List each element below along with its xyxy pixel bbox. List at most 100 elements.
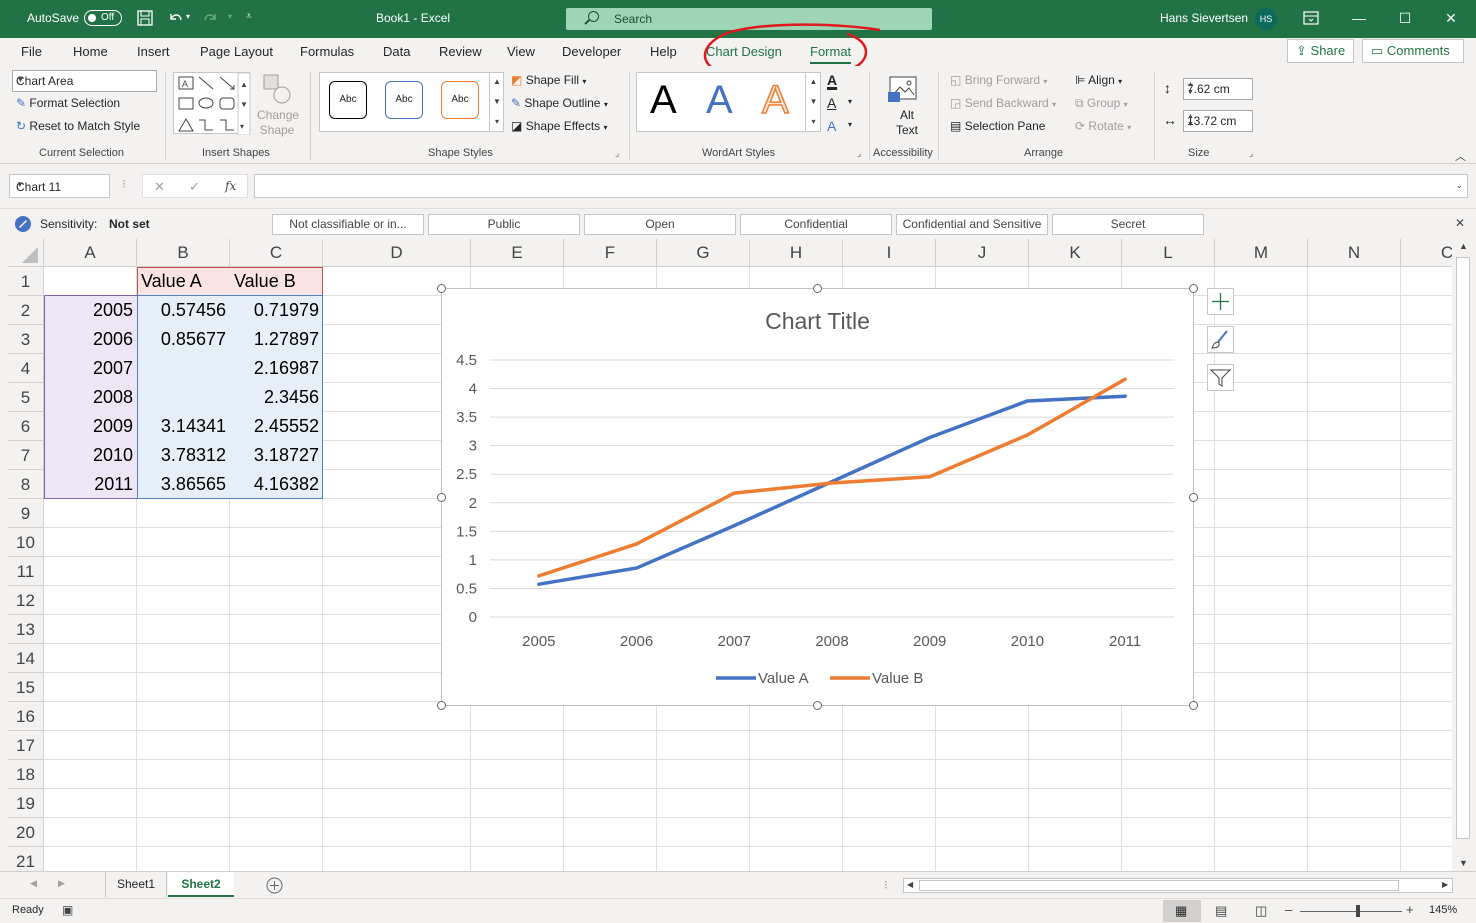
- cell[interactable]: 2008: [44, 383, 137, 412]
- tab-view[interactable]: View: [507, 44, 535, 59]
- column-header[interactable]: C: [1401, 239, 1452, 267]
- shape-effects-button[interactable]: ◪ Shape Effects ▾: [511, 119, 608, 133]
- avatar[interactable]: HS: [1255, 8, 1277, 30]
- line-chart[interactable]: Chart Title 0 0.5 1 1.5 2 2.5 3 3.5 4 4.5 2005 2006 2…: [442, 289, 1193, 705]
- style-sample-blue[interactable]: Abc: [385, 81, 423, 119]
- tab-file[interactable]: File: [21, 44, 42, 59]
- spinner-icon[interactable]: ▲ ▼: [1187, 113, 1249, 129]
- change-shape-button[interactable]: Change Shape: [257, 108, 299, 138]
- zoom-slider-thumb[interactable]: [1356, 905, 1360, 917]
- page-layout-view-icon[interactable]: ▤: [1215, 903, 1227, 919]
- cell[interactable]: 2009: [44, 412, 137, 441]
- chart-area[interactable]: Chart Title 0 0.5 1 1.5 2 2.5 3 3.5 4 4.5 2005 2006 2…: [441, 288, 1194, 706]
- select-all-button[interactable]: [8, 239, 44, 267]
- row-header[interactable]: 13: [8, 615, 44, 644]
- text-effects-icon[interactable]: A: [827, 118, 836, 134]
- cell[interactable]: Value B: [230, 267, 323, 296]
- resize-handle[interactable]: [1189, 284, 1198, 293]
- column-header[interactable]: A: [44, 239, 137, 267]
- cell[interactable]: 2007: [44, 354, 137, 383]
- resize-handle[interactable]: [437, 701, 446, 710]
- row-header[interactable]: 1: [8, 267, 44, 296]
- ribbon-display-icon[interactable]: [1303, 11, 1319, 25]
- row-header[interactable]: 14: [8, 644, 44, 673]
- scroll-left-icon[interactable]: ◀: [907, 880, 913, 889]
- customize-qat-icon[interactable]: ⩡: [246, 11, 252, 22]
- row-header[interactable]: 9: [8, 499, 44, 528]
- row-header[interactable]: 8: [8, 470, 44, 499]
- cell[interactable]: 3.78312: [137, 441, 230, 470]
- autosave-toggle[interactable]: Off: [84, 10, 122, 26]
- format-selection-button[interactable]: ✎ Format Selection: [16, 96, 120, 110]
- cell[interactable]: 2011: [44, 470, 137, 499]
- text-outline-icon[interactable]: A: [827, 95, 836, 111]
- dialog-launcher-icon[interactable]: ⌟: [857, 148, 861, 159]
- text-fill-icon[interactable]: A: [827, 72, 837, 88]
- resize-handle[interactable]: [437, 493, 446, 502]
- send-backward-button[interactable]: ◲ Send Backward ▾: [950, 96, 1056, 110]
- wordart-scroll[interactable]: ▲ ▼ ▾: [805, 72, 821, 132]
- cell[interactable]: 0.71979: [230, 296, 323, 325]
- row-header[interactable]: 16: [8, 702, 44, 731]
- width-input[interactable]: 13.72 cm ▲ ▼: [1183, 110, 1253, 132]
- horizontal-scrollbar[interactable]: ◀ ▶: [903, 878, 1453, 893]
- bring-forward-button[interactable]: ◱ Bring Forward ▾: [950, 73, 1047, 87]
- redo-dropdown-icon[interactable]: ▾: [228, 12, 232, 21]
- maximize-icon[interactable]: ☐: [1395, 9, 1415, 27]
- cell[interactable]: 2.45552: [230, 412, 323, 441]
- sensitivity-option-public[interactable]: Public: [428, 214, 580, 235]
- macro-record-icon[interactable]: ▣: [62, 903, 73, 917]
- dialog-launcher-icon[interactable]: ⌟: [1249, 148, 1253, 159]
- row-header[interactable]: 18: [8, 760, 44, 789]
- align-button[interactable]: ⊫ Align ▾: [1075, 73, 1122, 87]
- vertical-scrollbar[interactable]: ▲ ▼: [1452, 239, 1476, 871]
- style-sample-black[interactable]: Abc: [329, 81, 367, 119]
- tab-help[interactable]: Help: [650, 44, 677, 59]
- scroll-up-icon[interactable]: ▲: [1459, 241, 1468, 251]
- add-sheet-icon[interactable]: [266, 877, 283, 894]
- cell[interactable]: [137, 354, 230, 383]
- rotate-button[interactable]: ⟳ Rotate ▾: [1075, 119, 1131, 133]
- enter-icon[interactable]: ✓: [189, 179, 200, 195]
- sensitivity-option-secret[interactable]: Secret: [1052, 214, 1204, 235]
- column-header[interactable]: L: [1122, 239, 1215, 267]
- row-header[interactable]: 19: [8, 789, 44, 818]
- row-header[interactable]: 11: [8, 557, 44, 586]
- tab-insert[interactable]: Insert: [137, 44, 170, 59]
- zoom-level[interactable]: 145%: [1429, 904, 1457, 916]
- tab-formulas[interactable]: Formulas: [300, 44, 354, 59]
- resize-handle[interactable]: [813, 701, 822, 710]
- resize-handle[interactable]: [813, 284, 822, 293]
- cell[interactable]: 3.18727: [230, 441, 323, 470]
- wordart-black[interactable]: A: [650, 78, 677, 123]
- chevron-down-icon[interactable]: ▾: [848, 97, 852, 106]
- scroll-right-icon[interactable]: ▶: [1442, 880, 1448, 889]
- column-header[interactable]: C: [230, 239, 323, 267]
- close-icon[interactable]: ✕: [1441, 9, 1461, 27]
- resize-handle[interactable]: [437, 284, 446, 293]
- tab-data[interactable]: Data: [383, 44, 410, 59]
- cell[interactable]: 2006: [44, 325, 137, 354]
- cell[interactable]: 2010: [44, 441, 137, 470]
- minimize-icon[interactable]: —: [1349, 9, 1369, 27]
- horizontal-scroll-thumb[interactable]: [919, 880, 1399, 891]
- split-handle-icon[interactable]: ⁝: [884, 878, 888, 892]
- column-header[interactable]: M: [1215, 239, 1308, 267]
- cell[interactable]: 2005: [44, 296, 137, 325]
- column-header[interactable]: D: [323, 239, 471, 267]
- insert-function-icon[interactable]: fx: [225, 179, 236, 193]
- tab-review[interactable]: Review: [439, 44, 482, 59]
- formula-input[interactable]: ⌄: [254, 174, 1468, 198]
- shape-fill-button[interactable]: ◩ Shape Fill ▾: [511, 73, 586, 87]
- collapse-ribbon-icon[interactable]: ︿: [1455, 148, 1466, 164]
- column-header[interactable]: I: [843, 239, 936, 267]
- sensitivity-option-confidential[interactable]: Confidential: [740, 214, 892, 235]
- resize-handle[interactable]: [1189, 493, 1198, 502]
- cell[interactable]: Value A: [137, 267, 230, 296]
- row-header[interactable]: 17: [8, 731, 44, 760]
- style-sample-orange[interactable]: Abc: [441, 81, 479, 119]
- row-header[interactable]: 21: [8, 847, 44, 871]
- zoom-slider[interactable]: [1300, 911, 1402, 912]
- row-header[interactable]: 15: [8, 673, 44, 702]
- shape-outline-button[interactable]: ✎ Shape Outline ▾: [511, 96, 608, 110]
